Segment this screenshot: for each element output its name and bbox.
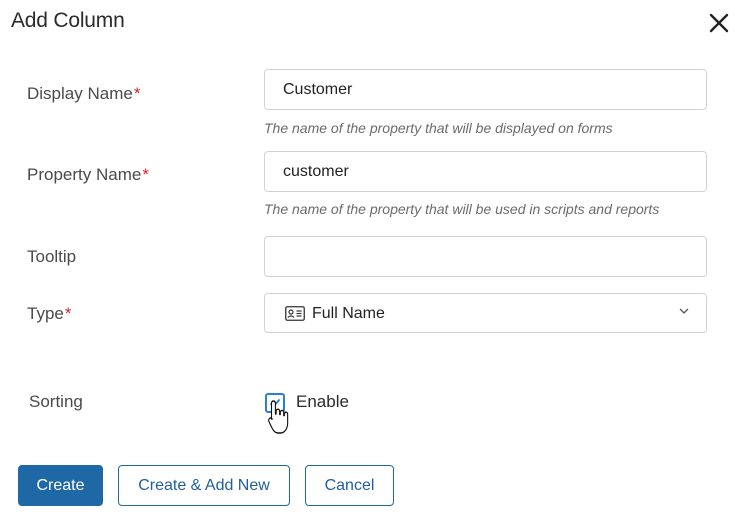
property-name-label: Property Name* [27,165,149,184]
create-add-new-button[interactable]: Create & Add New [118,465,290,506]
display-name-label: Display Name* [27,84,141,103]
property-name-input[interactable] [265,152,706,191]
required-mark: * [133,84,141,103]
display-name-input[interactable] [265,70,706,109]
type-select[interactable]: Full Name [264,293,707,333]
tooltip-label: Tooltip [27,247,77,266]
dialog-title: Add Column [11,9,125,32]
display-name-hint: The name of the property that will be di… [264,120,613,136]
display-name-field[interactable] [264,69,707,110]
chevron-down-icon [678,306,690,316]
required-mark: * [64,304,72,323]
id-card-icon [285,306,305,321]
sorting-enable-label[interactable]: Enable [296,392,349,412]
add-column-dialog: Add Column Display Name* The name of the… [0,0,735,519]
tooltip-input[interactable] [265,237,706,276]
cancel-button[interactable]: Cancel [305,465,394,506]
type-label: Type* [27,304,72,323]
sorting-enable-checkbox[interactable] [265,393,285,413]
required-mark: * [142,165,149,184]
property-name-hint: The name of the property that will be us… [264,201,660,217]
tooltip-field[interactable] [264,236,707,277]
create-button[interactable]: Create [18,465,103,506]
property-name-field[interactable] [264,151,707,192]
sorting-label: Sorting [29,392,83,411]
checkmark-icon [269,398,281,408]
type-select-value: Full Name [312,305,385,322]
close-icon[interactable] [706,10,732,36]
